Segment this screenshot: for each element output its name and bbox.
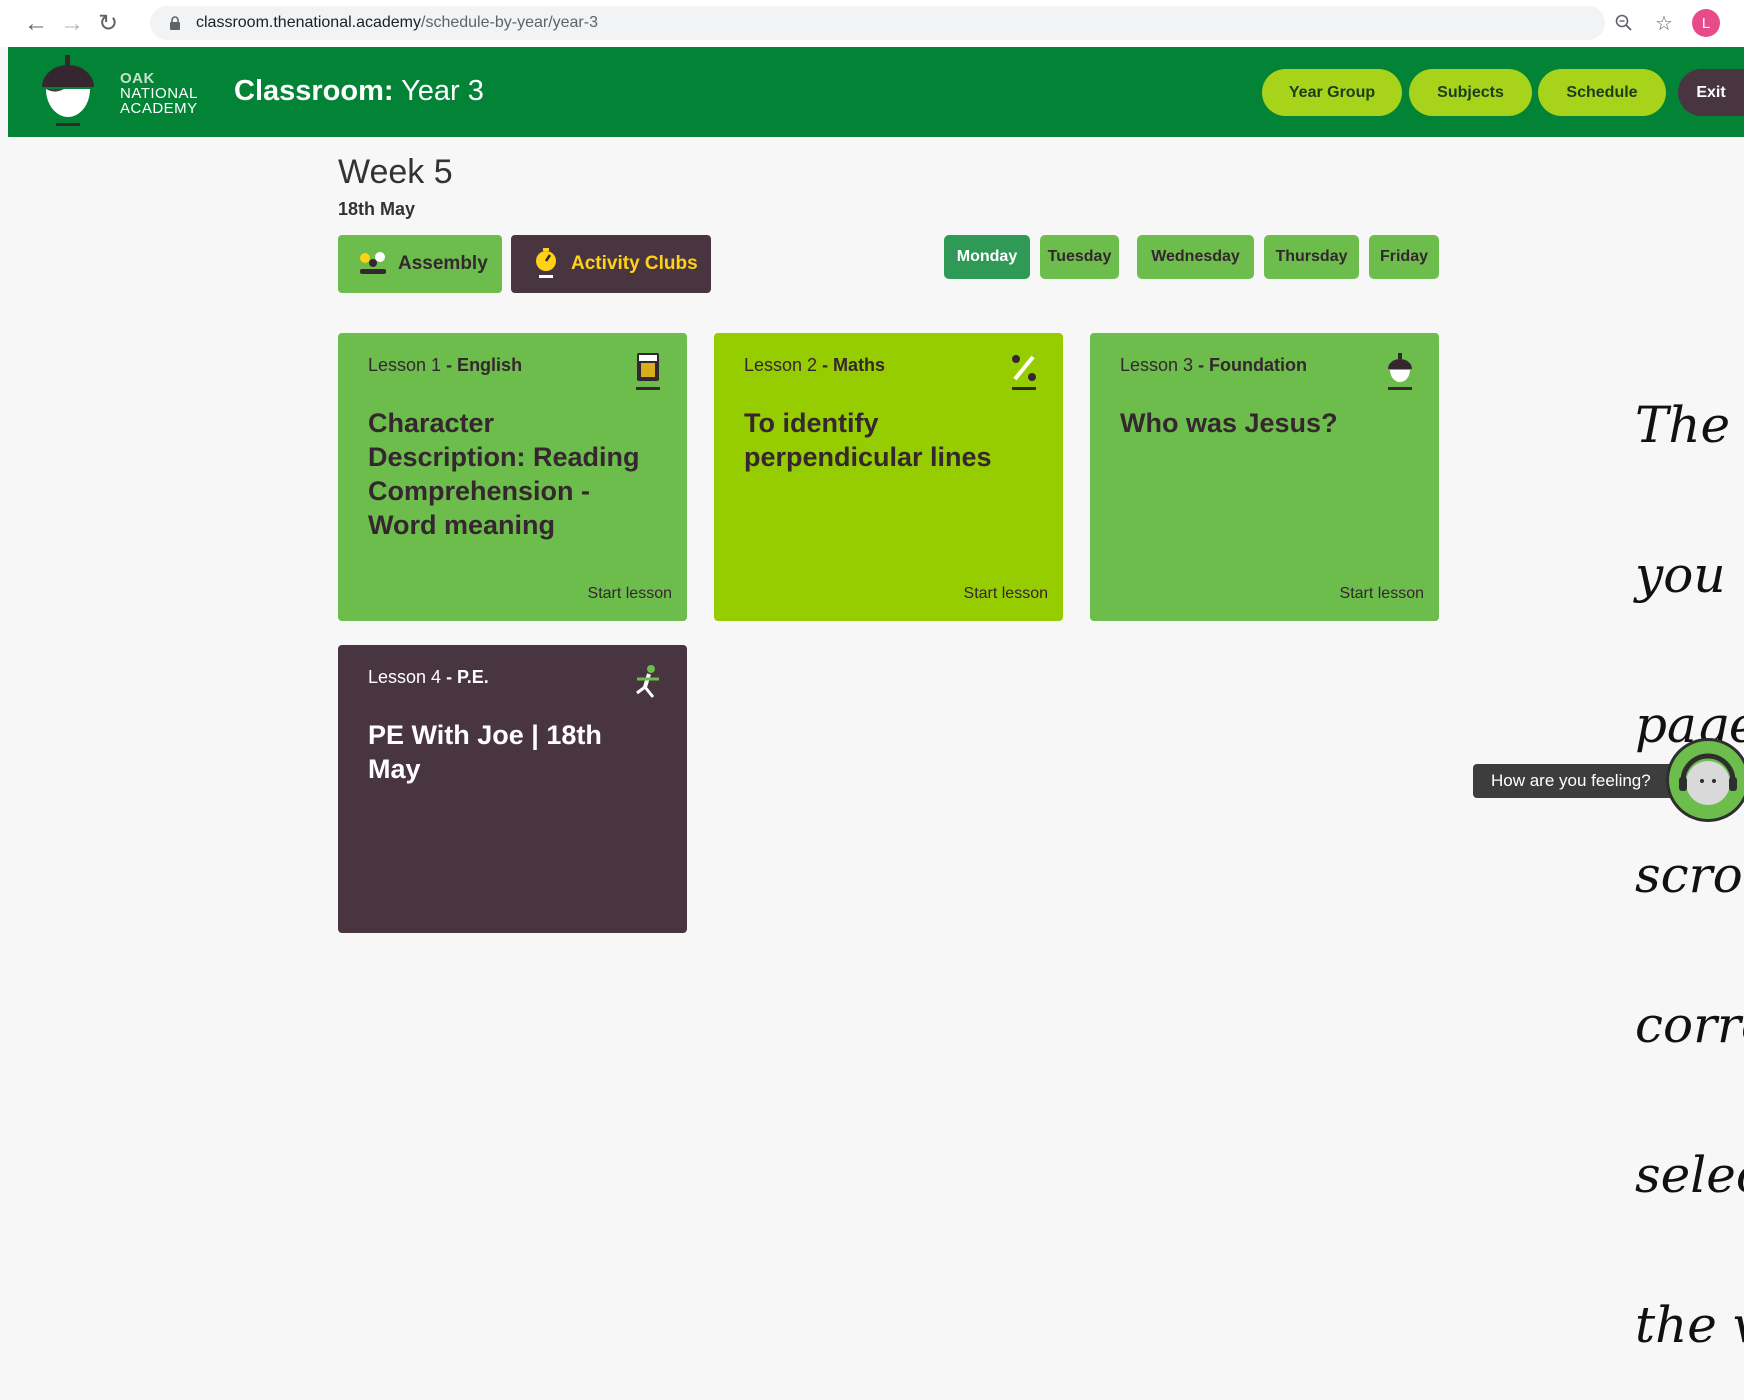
lesson-heading: Lesson 2 - Maths [744,355,1033,376]
lesson-subject: - Foundation [1193,355,1308,375]
runner-icon [631,663,665,707]
start-lesson-link[interactable]: Start lesson [1340,585,1424,603]
annotation-line: the v [1635,1296,1744,1354]
lesson-number: Lesson 2 [744,355,818,375]
lesson-subject: - P.E. [441,667,489,687]
handwritten-annotation: The l you page scrol corre selec the v [1635,300,1744,1400]
lesson-number: Lesson 1 [368,355,442,375]
exit-button[interactable]: Exit [1678,69,1744,116]
book-icon [631,351,665,395]
lesson-card[interactable]: Lesson 1 - English Character Description… [338,333,687,621]
page-title-bold: Classroom: [234,75,394,107]
day-tab-friday[interactable]: Friday [1369,235,1439,279]
page-title: Classroom: Year 3 [234,75,484,108]
lesson-subject: - Maths [817,355,886,375]
lesson-heading: Lesson 1 - English [368,355,657,376]
reload-icon[interactable]: ↻ [90,6,126,42]
assembly-icon [356,247,390,281]
annotation-line: selec [1635,1146,1744,1204]
forward-arrow-icon[interactable]: → [54,6,90,42]
profile-avatar[interactable]: L [1692,9,1720,37]
lesson-number: Lesson 4 [368,667,442,687]
activity-clubs-label: Activity Clubs [571,253,698,274]
browser-toolbar: ← → ↻ classroom.thenational.academy/sche… [0,0,1744,47]
back-arrow-icon[interactable]: ← [18,6,54,42]
acorn-logo-icon [42,55,94,126]
lesson-title: Character Description: Reading Comprehen… [368,408,640,540]
lesson-subject: - English [441,355,523,375]
lesson-title: Who was Jesus? [1120,408,1338,438]
lesson-title: To identify perpendicular lines [744,408,992,472]
page-title-year: Year 3 [393,75,484,107]
lesson-number: Lesson 3 [1120,355,1194,375]
day-tab-tuesday[interactable]: Tuesday [1040,235,1119,279]
lesson-card[interactable]: Lesson 3 - Foundation Who was Jesus? Sta… [1090,333,1439,621]
lock-icon [166,14,184,32]
feeling-prompt[interactable]: How are you feeling? [1473,764,1699,798]
logo-line-academy: ACADEMY [120,100,198,117]
day-tab-monday[interactable]: Monday [944,235,1030,279]
week-heading: Week 5 [338,153,453,191]
day-tab-wednesday[interactable]: Wednesday [1137,235,1254,279]
lesson-card[interactable]: Lesson 4 - P.E. PE With Joe | 18th May [338,645,687,933]
feelings-avatar-button[interactable] [1666,738,1744,822]
schedule-button[interactable]: Schedule [1538,69,1666,116]
bookmark-star-icon[interactable]: ☆ [1648,7,1680,39]
oak-logo[interactable]: OAK NATIONAL ACADEMY [38,53,197,133]
assembly-label: Assembly [398,253,488,274]
app-header: OAK NATIONAL ACADEMY Classroom: Year 3 Y… [8,47,1744,137]
annotation-line: The l [1635,396,1731,454]
logo-line-national: NATIONAL [120,85,198,102]
subjects-button[interactable]: Subjects [1409,69,1532,116]
annotation-line: scrol [1635,846,1744,904]
logo-line-oak: OAK [120,70,155,87]
lesson-card[interactable]: Lesson 2 - Maths To identify perpendicul… [714,333,1063,621]
day-tab-thursday[interactable]: Thursday [1264,235,1359,279]
assembly-button[interactable]: Assembly [338,235,502,293]
logo-wordmark: OAK NATIONAL ACADEMY [120,71,198,116]
lesson-title: PE With Joe | 18th May [368,720,602,784]
lesson-heading: Lesson 3 - Foundation [1120,355,1409,376]
url-path: /schedule-by-year/year-3 [421,14,598,31]
url-host: classroom.thenational.academy [196,14,422,31]
start-lesson-link[interactable]: Start lesson [964,585,1048,603]
year-group-button[interactable]: Year Group [1262,69,1402,116]
start-lesson-link[interactable]: Start lesson [588,585,672,603]
annotation-line: you [1635,546,1726,604]
lesson-heading: Lesson 4 - P.E. [368,667,657,688]
activity-clubs-button[interactable]: Activity Clubs [511,235,711,293]
address-bar[interactable]: classroom.thenational.academy/schedule-b… [150,6,1605,40]
week-date: 18th May [338,199,416,219]
acorn-icon [1383,351,1417,395]
headset-avatar-icon [1679,753,1737,805]
annotation-line: corre [1635,996,1744,1054]
stopwatch-icon [529,247,563,281]
zoom-icon[interactable] [1608,7,1640,39]
percent-icon [1007,351,1041,395]
